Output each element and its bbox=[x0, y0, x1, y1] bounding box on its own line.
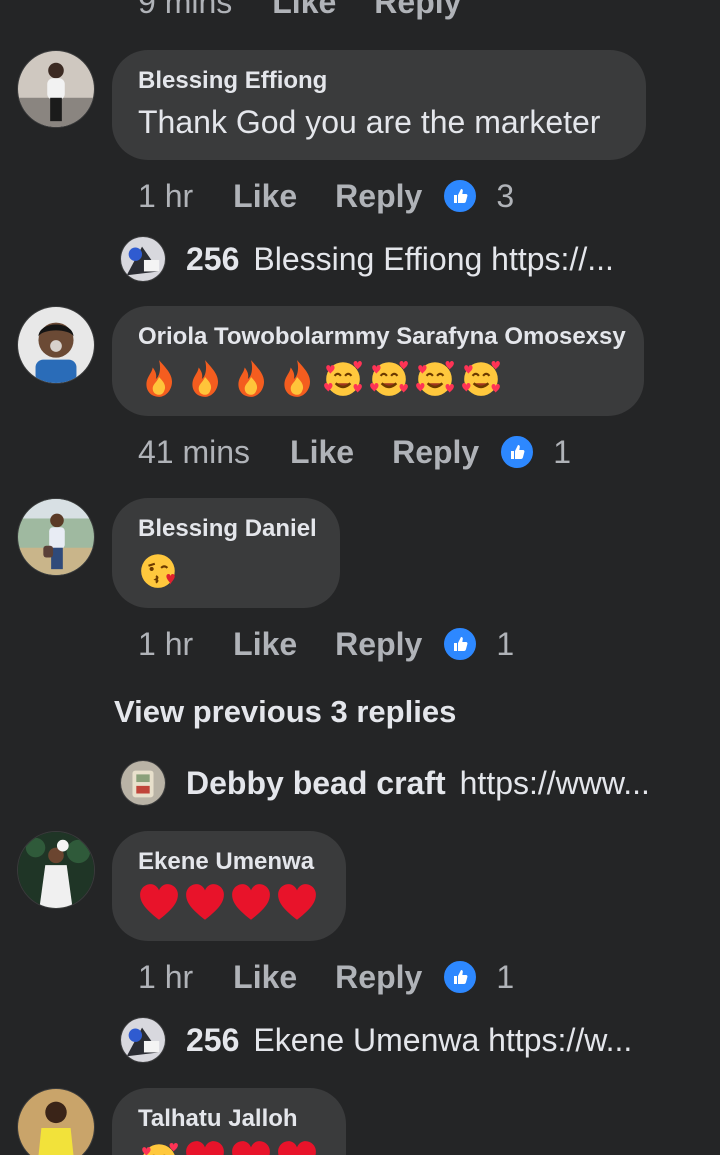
reaction-count[interactable]: 3 bbox=[496, 178, 514, 215]
emoji-row bbox=[138, 358, 618, 398]
comments-thread: 9 mins Like Reply Blessing Effiong Thank… bbox=[0, 0, 720, 1155]
reply-button[interactable]: Reply bbox=[335, 626, 422, 663]
like-button[interactable]: Like bbox=[233, 178, 297, 215]
reply-text: Blessing Effiong https://... bbox=[253, 240, 614, 277]
emoji-row bbox=[138, 1140, 320, 1155]
comment-bubble[interactable]: Blessing Daniel bbox=[112, 498, 340, 608]
like-button[interactable]: Like bbox=[233, 626, 297, 663]
comment-time: 41 mins bbox=[138, 433, 251, 470]
avatar[interactable] bbox=[17, 1088, 95, 1155]
comment-meta: 1 hr Like Reply 1 bbox=[138, 957, 514, 997]
red-heart-icon bbox=[184, 882, 226, 924]
like-button[interactable]: Like bbox=[290, 434, 354, 471]
view-previous-replies-link[interactable]: View previous 3 replies bbox=[114, 694, 456, 730]
emoji-row bbox=[138, 550, 314, 590]
like-button[interactable]: Like bbox=[272, 0, 336, 21]
reply-avatar bbox=[120, 236, 166, 282]
like-button[interactable]: Like bbox=[233, 959, 297, 996]
thumbs-up-icon[interactable] bbox=[499, 434, 536, 470]
reply-button[interactable]: Reply bbox=[335, 178, 422, 215]
reply-button[interactable]: Reply bbox=[374, 0, 461, 21]
fire-icon bbox=[276, 357, 318, 399]
comment-author[interactable]: Oriola Towobolarmmy Sarafyna Omosexsy bbox=[138, 322, 626, 352]
red-heart-icon bbox=[184, 1139, 226, 1155]
thumbs-up-icon[interactable] bbox=[442, 626, 479, 662]
comment-author[interactable]: Ekene Umenwa bbox=[138, 847, 320, 877]
comment-text: Thank God you are the marketer bbox=[138, 104, 601, 140]
comment-bubble[interactable]: Oriola Towobolarmmy Sarafyna Omosexsy bbox=[112, 306, 644, 416]
fire-icon bbox=[184, 357, 226, 399]
reply-author: 256 bbox=[186, 240, 240, 277]
red-heart-icon bbox=[230, 882, 272, 924]
reply-button[interactable]: Reply bbox=[335, 959, 422, 996]
reply-author: 256 bbox=[186, 1021, 240, 1058]
comment-meta-top: 9 mins Like Reply bbox=[138, 0, 481, 22]
reply-author: Debby bead craft bbox=[186, 764, 446, 801]
reaction-count[interactable]: 1 bbox=[496, 626, 514, 663]
reply-preview[interactable]: 256 Ekene Umenwa https://w... bbox=[120, 1015, 632, 1065]
smiling-face-with-hearts-icon bbox=[414, 357, 456, 399]
red-heart-icon bbox=[276, 1139, 318, 1155]
comment-time: 1 hr bbox=[138, 177, 194, 214]
comment-time: 9 mins bbox=[138, 0, 233, 20]
reaction-count[interactable]: 1 bbox=[496, 959, 514, 996]
avatar[interactable] bbox=[17, 831, 95, 909]
reply-avatar bbox=[120, 1017, 166, 1063]
reply-text: Ekene Umenwa https://w... bbox=[253, 1021, 633, 1058]
smiling-face-with-hearts-icon bbox=[368, 357, 410, 399]
reply-preview[interactable]: Debby bead craft https://www... bbox=[120, 758, 650, 808]
comment-bubble[interactable]: Blessing Effiong Thank God you are the m… bbox=[112, 50, 646, 160]
avatar[interactable] bbox=[17, 498, 95, 576]
reaction-count[interactable]: 1 bbox=[553, 434, 571, 471]
comment-author[interactable]: Blessing Effiong bbox=[138, 66, 620, 96]
comment-meta: 1 hr Like Reply 3 bbox=[138, 176, 514, 216]
comment-time: 1 hr bbox=[138, 625, 194, 662]
comment-bubble[interactable]: Ekene Umenwa bbox=[112, 831, 346, 941]
smiling-face-with-hearts-icon bbox=[460, 357, 502, 399]
avatar[interactable] bbox=[17, 50, 95, 128]
avatar[interactable] bbox=[17, 306, 95, 384]
emoji-row bbox=[138, 883, 320, 923]
reply-text: https://www... bbox=[459, 764, 650, 801]
reply-preview[interactable]: 256 Blessing Effiong https://... bbox=[120, 234, 614, 284]
comment-time: 1 hr bbox=[138, 958, 194, 995]
thumbs-up-icon[interactable] bbox=[442, 178, 479, 214]
comment-author[interactable]: Blessing Daniel bbox=[138, 514, 317, 544]
thumbs-up-icon[interactable] bbox=[442, 959, 479, 995]
fire-icon bbox=[138, 357, 180, 399]
smiling-face-with-hearts-icon bbox=[322, 357, 364, 399]
reply-avatar bbox=[120, 760, 166, 806]
red-heart-icon bbox=[230, 1139, 272, 1155]
fire-icon bbox=[230, 357, 272, 399]
red-heart-icon bbox=[138, 882, 180, 924]
reply-button[interactable]: Reply bbox=[392, 434, 479, 471]
comment-meta: 41 mins Like Reply 1 bbox=[138, 432, 571, 472]
face-blowing-a-kiss-icon bbox=[138, 549, 180, 591]
comment-bubble[interactable]: Talhatu Jalloh bbox=[112, 1088, 346, 1155]
smiling-face-with-hearts-icon bbox=[138, 1139, 180, 1155]
red-heart-icon bbox=[276, 882, 318, 924]
comment-meta: 1 hr Like Reply 1 bbox=[138, 624, 514, 664]
comment-author[interactable]: Talhatu Jalloh bbox=[138, 1104, 320, 1134]
